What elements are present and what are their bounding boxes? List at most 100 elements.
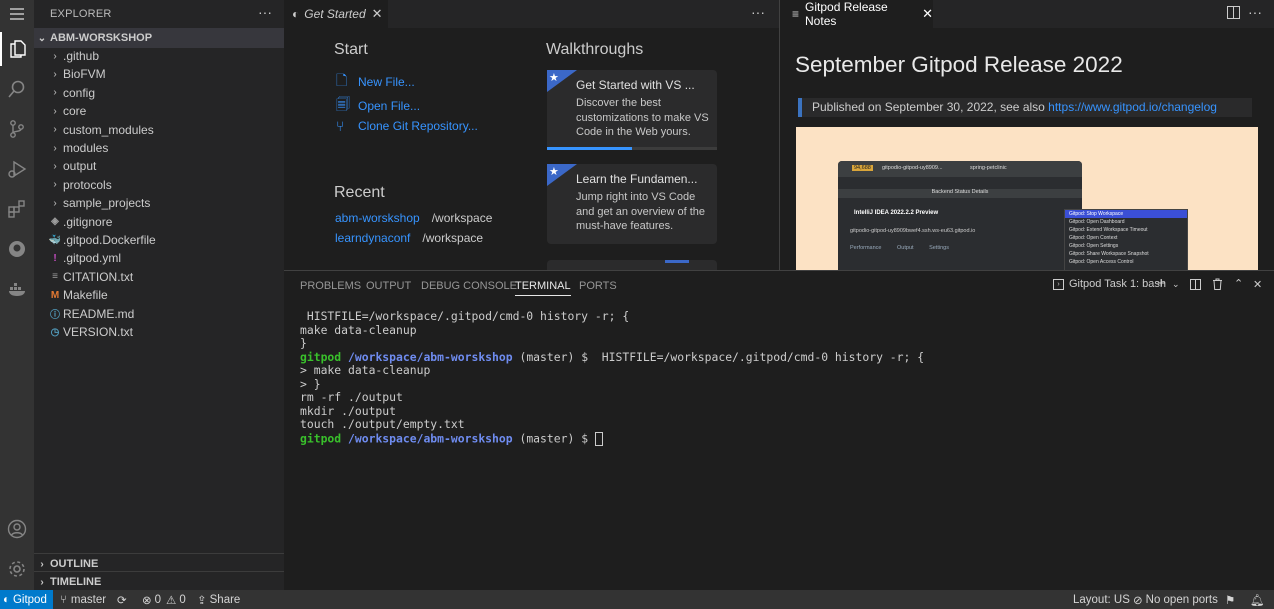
close-icon[interactable]: ✕ [922,6,933,22]
walkthrough-title: Get Started with VS ... [576,78,695,92]
tree-folder[interactable]: › BioFVM [34,65,284,83]
source-control-icon[interactable] [0,112,34,146]
branch-indicator[interactable]: ⑂ master [60,590,106,609]
timeline-section[interactable]: › TIMELINE [34,571,284,592]
ide-host: gitpodio-gitpod-uy8909bwef4.ssh.ws-eu63.… [850,228,976,234]
clone-repo-link[interactable]: ⑂ Clone Git Repository... [336,118,478,134]
sync-icon[interactable]: ⟳ [117,590,127,609]
star-icon: ★ [547,70,577,92]
tree-item-label: modules [63,141,109,155]
split-terminal-icon[interactable] [1190,279,1201,293]
terminal-line: rm -rf ./output [300,390,403,404]
tab-output[interactable]: OUTPUT [366,280,411,292]
tree-folder[interactable]: › protocols [34,176,284,194]
walkthrough-card[interactable]: ★ Get Started with VS ... Discover the b… [547,70,717,150]
menu-icon[interactable] [0,0,34,28]
settings-gear-icon[interactable] [0,552,34,586]
trash-icon[interactable] [1212,278,1223,293]
tree-file[interactable]: ! .gitpod.yml [34,249,284,267]
workspace-root[interactable]: ⌄ ABM-WORSKSHOP [34,28,284,48]
tree-item-label: README.md [63,306,135,321]
explorer-sidebar: EXPLORER ··· ⌄ ABM-WORSKSHOP › .github › Bi… [34,0,284,590]
tab-label: Gitpod Release Notes [805,0,888,28]
tree-file[interactable]: ⓘ README.md [34,305,284,323]
github-icon[interactable] [0,232,34,266]
new-terminal-icon[interactable]: + [1157,275,1166,292]
tree-item-label: sample_projects [63,196,151,211]
tree-file[interactable]: ≡ CITATION.txt [34,268,284,286]
ide-status-header: Backend Status Details [838,189,1082,198]
keyboard-layout[interactable]: Layout: US [1073,590,1130,609]
tree-folder[interactable]: › modules [34,139,284,157]
recent-item[interactable]: learndynaconf/workspace [335,231,483,245]
tree-folder[interactable]: › .github [34,47,284,65]
tree-folder[interactable]: › sample_projects [34,194,284,212]
prompt-command: HISTFILE=/workspace/.gitpod/cmd-0 histor… [594,349,925,364]
terminal-prompt-line: gitpod /workspace/abm-worskshop (master)… [300,349,925,364]
run-debug-icon[interactable] [0,152,34,186]
tree-folder[interactable]: › core [34,102,284,120]
ports-indicator[interactable]: ⊘ No open ports [1133,590,1218,609]
tab-ports[interactable]: PORTS [579,280,617,292]
warning-count: 0 [179,593,186,606]
sidebar-more-icon[interactable]: ··· [258,4,272,20]
chevron-down-icon[interactable]: ⌄ [1172,279,1180,290]
open-file-link[interactable]: 🗐 Open File... [336,94,420,118]
changelog-link[interactable]: https://www.gitpod.io/changelog [1048,100,1217,114]
terminal-line: } [300,336,307,350]
recent-item[interactable]: abm-worskshop/workspace [335,211,492,225]
tree-file[interactable]: ◷ VERSION.txt [34,323,284,341]
terminal-prompt-line[interactable]: gitpod /workspace/abm-worskshop (master)… [300,431,603,446]
remote-indicator[interactable]: ◐ Gitpod [0,590,53,609]
tab-debug-console[interactable]: DEBUG CONSOLE [421,280,517,292]
tab-terminal[interactable]: TERMINAL [515,280,571,296]
walkthroughs-heading: Walkthroughs [546,41,644,58]
split-editor-icon[interactable] [1227,6,1240,22]
problems-indicator[interactable]: ⊗ 0 ⚠ 0 [142,590,186,609]
account-icon[interactable] [0,512,34,546]
share-label: Share [209,593,241,606]
maximize-panel-icon[interactable]: ⌃ [1234,277,1243,290]
tree-folder[interactable]: › config [34,84,284,102]
workspace-root-label: ABM-WORSKSHOP [50,32,153,44]
tree-folder[interactable]: › output [34,157,284,175]
notifications-bell-icon[interactable]: 🔔︎ [1250,590,1265,609]
tree-folder[interactable]: › custom_modules [34,121,284,139]
menu-item: Gitpod: Open Dashboard [1069,219,1125,225]
close-panel-icon[interactable]: ✕ [1253,278,1262,291]
walkthrough-card-partial[interactable] [547,260,717,270]
editor-more-icon[interactable]: ··· [751,4,765,20]
menu-item: Gitpod: Open Settings [1069,243,1119,249]
editor-more-icon[interactable]: ··· [1248,4,1262,20]
close-icon[interactable]: ✕ [372,6,383,22]
docker-icon[interactable] [0,272,34,306]
walkthrough-card[interactable]: ★ Learn the Fundamen... Jump right into … [547,164,717,244]
new-file-link[interactable]: 🗋 New File... [336,70,415,94]
extensions-icon[interactable] [0,192,34,226]
tab-release-notes[interactable]: ≡ Gitpod Release Notes ✕ [780,0,933,28]
chevron-right-icon: › [53,142,57,154]
menu-item: Gitpod: Stop Workspace [1065,210,1187,218]
share-button[interactable]: ⇪ Share [197,590,240,609]
tree-item-label: custom_modules [63,122,154,137]
file-type-icon: ! [53,252,57,264]
prompt-user: gitpod [300,349,342,364]
walkthrough-title: Learn the Fundamen... [576,172,698,186]
tab-problems[interactable]: PROBLEMS [300,280,361,292]
outline-label: OUTLINE [50,558,99,570]
tab-get-started[interactable]: ◐ Get Started ✕ [284,0,388,28]
feedback-icon[interactable]: ⚑ [1225,590,1235,609]
gitpod-icon: ◐ [292,7,300,21]
menu-item: Gitpod: Extend Workspace Timeout [1069,227,1148,233]
terminal-selector[interactable]: › Gitpod Task 1: bash [1053,278,1166,290]
search-icon[interactable] [0,72,34,106]
tree-file[interactable]: M Makefile [34,286,284,304]
tree-file[interactable]: ◈ .gitignore [34,213,284,231]
explorer-icon[interactable] [0,32,34,66]
tree-file[interactable]: 🐳 .gitpod.Dockerfile [34,231,284,249]
open-file-icon: 🗐 [336,96,350,112]
chevron-right-icon: › [53,68,57,80]
ide-title-bar: 94,688 gitpodio-gitpod-uy8909... spring-… [838,161,1082,177]
recent-path: /workspace [422,231,484,245]
ide-window-mock: 94,688 gitpodio-gitpod-uy8909... spring-… [838,161,1188,270]
